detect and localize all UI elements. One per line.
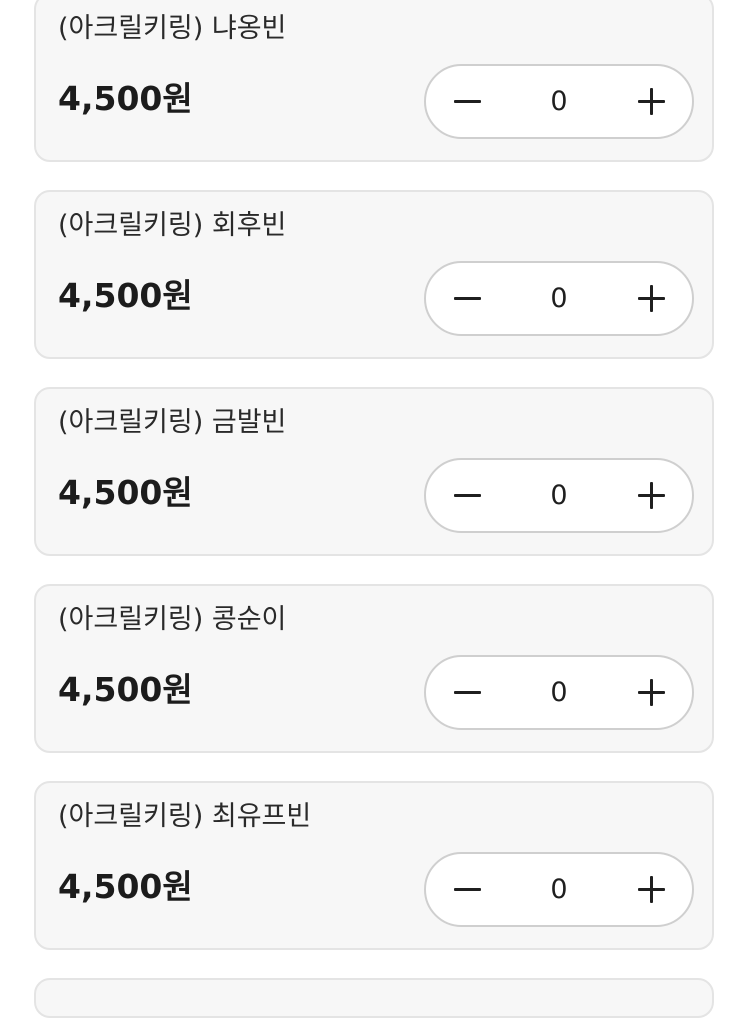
product-option-price: 4,500원 (58, 276, 193, 315)
product-option-price: 4,500원 (58, 867, 193, 906)
quantity-value[interactable]: 0 (506, 66, 612, 137)
quantity-stepper: 0 (424, 458, 694, 533)
quantity-value[interactable]: 0 (506, 657, 612, 728)
decrease-quantity-button[interactable] (430, 657, 504, 728)
increase-quantity-button[interactable] (614, 854, 688, 925)
decrease-quantity-button[interactable] (430, 460, 504, 531)
product-option-card: (아크릴키링) 냐옹빈 4,500원 0 (34, 0, 714, 162)
product-option-card: (아크릴키링) 금발빈 4,500원 0 (34, 387, 714, 556)
decrease-quantity-button[interactable] (430, 66, 504, 137)
quantity-value[interactable]: 0 (506, 263, 612, 334)
product-option-card: (아크릴키링) 콩순이 4,500원 0 (34, 584, 714, 753)
increase-quantity-button[interactable] (614, 263, 688, 334)
product-option-card: (아크릴키링) 회후빈 4,500원 0 (34, 190, 714, 359)
increase-quantity-button[interactable] (614, 460, 688, 531)
product-option-card: (아크릴키링) 최유프빈 4,500원 0 (34, 781, 714, 950)
product-option-price: 4,500원 (58, 670, 193, 709)
product-option-name: (아크릴키링) 금발빈 (58, 407, 287, 438)
quantity-value[interactable]: 0 (506, 854, 612, 925)
product-option-name: (아크릴키링) 회후빈 (58, 210, 287, 241)
product-option-price: 4,500원 (58, 79, 193, 118)
increase-quantity-button[interactable] (614, 66, 688, 137)
quantity-stepper: 0 (424, 64, 694, 139)
quantity-value[interactable]: 0 (506, 460, 612, 531)
increase-quantity-button[interactable] (614, 657, 688, 728)
product-option-name: (아크릴키링) 최유프빈 (58, 801, 312, 832)
decrease-quantity-button[interactable] (430, 854, 504, 925)
product-option-card-partial (34, 978, 714, 1018)
product-option-name: (아크릴키링) 냐옹빈 (58, 13, 287, 44)
quantity-stepper: 0 (424, 655, 694, 730)
quantity-stepper: 0 (424, 261, 694, 336)
decrease-quantity-button[interactable] (430, 263, 504, 334)
product-option-price: 4,500원 (58, 473, 193, 512)
quantity-stepper: 0 (424, 852, 694, 927)
product-option-name: (아크릴키링) 콩순이 (58, 604, 287, 635)
